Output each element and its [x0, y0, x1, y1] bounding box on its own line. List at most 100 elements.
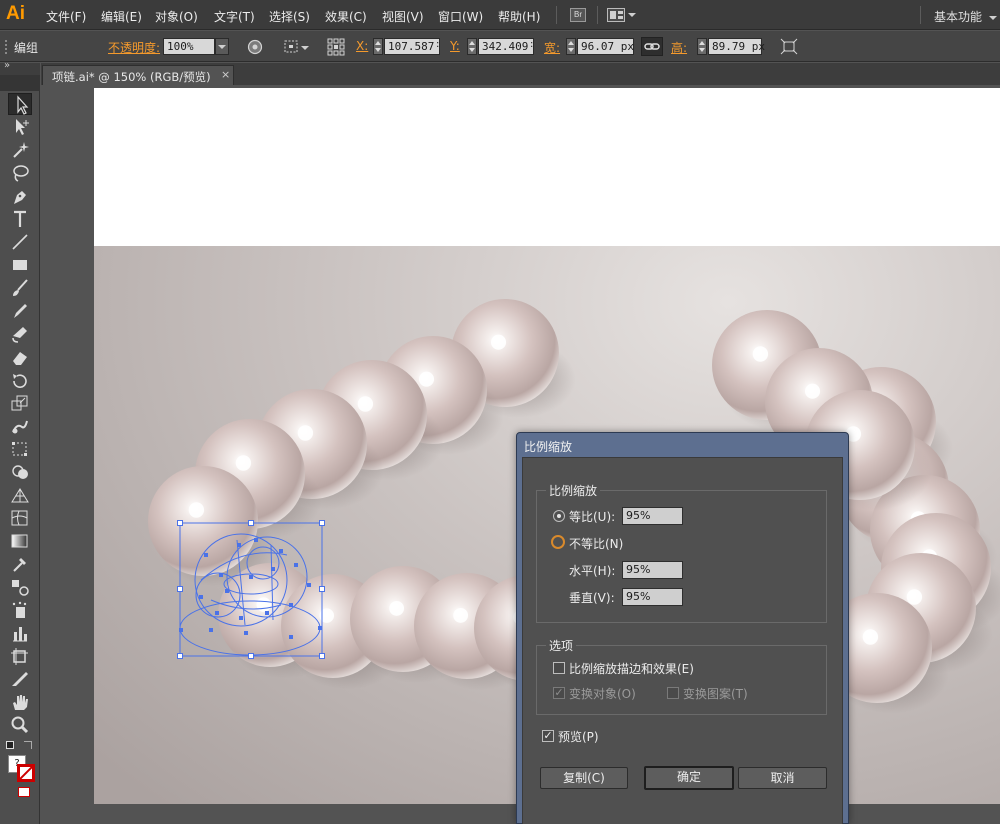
anchor-point[interactable] [249, 575, 253, 579]
height-label[interactable]: 高: [671, 39, 687, 56]
tools-panel-header[interactable]: » [0, 60, 40, 75]
bridge-button[interactable]: Br [570, 8, 586, 22]
scale-strokes-checkbox[interactable] [553, 662, 565, 674]
type-tool-icon[interactable] [8, 208, 32, 230]
transform-patterns-checkbox[interactable] [667, 687, 679, 699]
y-stepper[interactable] [467, 38, 477, 55]
menu-effect[interactable]: 效果(C) [325, 8, 367, 25]
anchor-point[interactable] [289, 635, 293, 639]
dialog-title[interactable]: 比例缩放 [524, 438, 572, 455]
x-stepper[interactable] [373, 38, 383, 55]
tools-panel-grip[interactable] [0, 75, 40, 91]
bounding-box-handle[interactable] [177, 520, 183, 526]
blob-brush-tool-icon[interactable] [8, 323, 32, 345]
anchor-point[interactable] [265, 611, 269, 615]
zoom-tool-icon[interactable] [8, 714, 32, 736]
menu-object[interactable]: 对象(O) [155, 8, 198, 25]
recolor-artwork-icon[interactable] [245, 37, 265, 56]
menu-edit[interactable]: 编辑(E) [101, 8, 142, 25]
opacity-input[interactable]: 100% [163, 38, 215, 55]
mesh-tool-icon[interactable] [8, 507, 32, 529]
rectangle-tool-icon[interactable] [8, 254, 32, 276]
default-fill-stroke-icon[interactable] [6, 741, 14, 749]
pencil-tool-icon[interactable] [8, 300, 32, 322]
swap-fill-stroke-icon[interactable] [24, 741, 32, 749]
direct-selection-tool-icon[interactable] [8, 116, 32, 138]
free-transform-tool-icon[interactable] [8, 438, 32, 460]
cancel-button[interactable]: 取消 [738, 767, 827, 789]
slice-tool-icon[interactable] [8, 668, 32, 690]
uniform-radio[interactable] [553, 510, 565, 522]
shape-builder-tool-icon[interactable] [8, 461, 32, 483]
anchor-point[interactable] [179, 628, 183, 632]
anchor-point[interactable] [318, 626, 322, 630]
anchor-point[interactable] [271, 567, 275, 571]
bounding-box-handle[interactable] [319, 653, 325, 659]
uniform-label[interactable]: 等比(U): [569, 508, 615, 525]
transform-panel-icon[interactable] [779, 37, 799, 56]
scale-strokes-label[interactable]: 比例缩放描边和效果(E) [569, 660, 694, 677]
close-icon[interactable]: × [221, 68, 230, 81]
preview-label[interactable]: 预览(P) [558, 728, 599, 745]
horizontal-input[interactable]: 95% [622, 561, 683, 579]
column-graph-tool-icon[interactable] [8, 622, 32, 644]
bounding-box-handle[interactable] [248, 653, 254, 659]
anchor-point[interactable] [237, 543, 241, 547]
eyedropper-tool-icon[interactable] [8, 553, 32, 575]
ok-button[interactable]: 确定 [644, 766, 734, 790]
warp-tool-icon[interactable] [8, 415, 32, 437]
pen-tool-icon[interactable] [8, 185, 32, 207]
gradient-tool-icon[interactable] [8, 530, 32, 552]
anchor-point[interactable] [294, 563, 298, 567]
anchor-point[interactable] [219, 573, 223, 577]
anchor-point[interactable] [254, 538, 258, 542]
width-stepper[interactable] [566, 38, 576, 55]
eraser-tool-icon[interactable] [8, 346, 32, 368]
none-swatch-icon[interactable] [18, 787, 30, 797]
fill-stroke-swatches[interactable]: ? [4, 741, 38, 801]
anchor-point[interactable] [289, 603, 293, 607]
anchor-point[interactable] [204, 553, 208, 557]
anchor-point[interactable] [225, 589, 229, 593]
rotate-tool-icon[interactable] [8, 369, 32, 391]
x-input[interactable]: 107.587 [384, 38, 440, 55]
constrain-proportions-button[interactable] [641, 37, 663, 56]
y-input[interactable]: 342.409 [478, 38, 534, 55]
perspective-grid-tool-icon[interactable] [8, 484, 32, 506]
anchor-point[interactable] [209, 628, 213, 632]
anchor-point[interactable] [215, 611, 219, 615]
bounding-box-handle[interactable] [319, 520, 325, 526]
transform-patterns-label[interactable]: 变换图案(T) [683, 685, 748, 702]
x-label[interactable]: X: [356, 39, 368, 53]
menu-select[interactable]: 选择(S) [269, 8, 310, 25]
chevron-down-icon[interactable] [301, 46, 309, 50]
y-label[interactable]: Y: [450, 39, 460, 53]
panel-grip[interactable] [5, 40, 7, 54]
menu-type[interactable]: 文字(T) [214, 8, 255, 25]
vertical-input[interactable]: 95% [622, 588, 683, 606]
arrange-documents-icon[interactable] [607, 8, 625, 22]
anchor-point[interactable] [244, 631, 248, 635]
copy-button[interactable]: 复制(C) [540, 767, 628, 789]
lasso-tool-icon[interactable] [8, 162, 32, 184]
paintbrush-tool-icon[interactable] [8, 277, 32, 299]
reference-point-icon[interactable] [326, 37, 346, 56]
stroke-swatch[interactable] [17, 764, 35, 782]
symbol-sprayer-tool-icon[interactable] [8, 599, 32, 621]
bounding-box-handle[interactable] [319, 586, 325, 592]
menu-file[interactable]: 文件(F) [46, 8, 86, 25]
anchor-point[interactable] [279, 549, 283, 553]
workspace-switcher[interactable]: 基本功能 [934, 8, 997, 25]
align-to-selection-icon[interactable] [282, 37, 302, 56]
nonuniform-label[interactable]: 不等比(N) [569, 535, 623, 552]
height-input[interactable]: 89.79 px [708, 38, 765, 55]
magic-wand-tool-icon[interactable] [8, 139, 32, 161]
anchor-point[interactable] [239, 616, 243, 620]
opacity-dropdown[interactable] [215, 38, 229, 55]
scale-tool-icon[interactable] [8, 392, 32, 414]
document-tab[interactable]: 项链.ai* @ 150% (RGB/预览) × [42, 65, 234, 85]
menu-window[interactable]: 窗口(W) [438, 8, 483, 25]
width-input[interactable]: 96.07 px [577, 38, 634, 55]
anchor-point[interactable] [199, 595, 203, 599]
bounding-box-handle[interactable] [177, 653, 183, 659]
